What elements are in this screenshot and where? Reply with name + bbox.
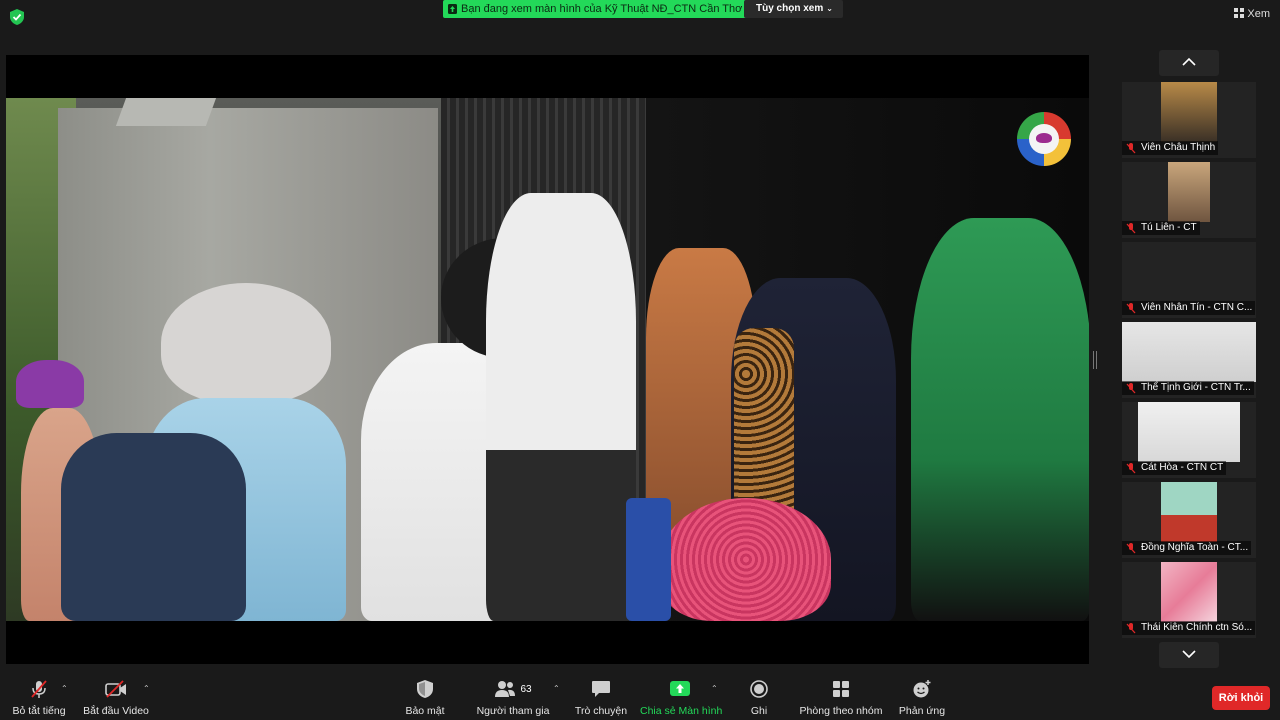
muted-mic-icon — [1126, 303, 1136, 314]
view-options-button[interactable]: Tùy chọn xem ⌄ — [744, 0, 843, 18]
muted-mic-icon — [1126, 623, 1136, 634]
roof-edge — [115, 98, 217, 126]
lotus-icon — [1036, 133, 1052, 143]
participant-name: Tú Liên - CT — [1122, 221, 1200, 235]
participant-name: Thái Kiên Chính ctn Só... — [1122, 621, 1256, 635]
participant-video — [1122, 322, 1256, 382]
scroll-down-button[interactable] — [1159, 642, 1219, 668]
leave-meeting-button[interactable]: Rời khỏi — [1212, 686, 1270, 710]
chat-label: Trò chuyện — [574, 705, 628, 717]
participant-name: Thể Tịnh Giới - CTN Tr... — [1122, 381, 1254, 395]
participant-name: Viên Châu Thịnh — [1122, 141, 1219, 155]
person-purple-hat — [16, 360, 84, 408]
participants-button[interactable]: 63 Người tham gia — [476, 676, 550, 717]
participant-name: Cát Hòa - CTN CT — [1122, 461, 1227, 475]
person-green-shirt — [911, 218, 1089, 621]
chat-icon — [592, 681, 610, 697]
breakout-rooms-label: Phòng theo nhóm — [799, 705, 883, 717]
unmute-label: Bỏ tắt tiếng — [12, 705, 66, 717]
screen-share-icon — [448, 4, 457, 14]
record-button[interactable]: Ghi — [744, 676, 774, 717]
participants-icon — [495, 681, 516, 697]
participant-video — [1138, 402, 1240, 462]
participant-tile[interactable]: Viên Châu Thịnh — [1122, 82, 1256, 158]
participant-video — [1168, 162, 1210, 222]
share-options-caret[interactable]: ⌃ — [711, 684, 718, 693]
chevron-down-icon — [1182, 650, 1196, 659]
participant-tile[interactable]: Thể Tịnh Giới - CTN Tr... — [1122, 322, 1256, 398]
participant-video — [1161, 82, 1217, 142]
breakout-rooms-icon — [833, 681, 849, 697]
muted-mic-icon — [1126, 143, 1136, 154]
participant-tile[interactable]: Đồng Nghĩa Toàn - CT... — [1122, 482, 1256, 558]
meeting-toolbar: Bỏ tắt tiếng ⌃ Bắt đầu Video ⌃ Bảo mật 6… — [0, 670, 1280, 720]
participant-tile[interactable]: Viên Nhân Tín - CTN C... — [1122, 242, 1256, 318]
participant-tile[interactable]: Cát Hòa - CTN CT — [1122, 402, 1256, 478]
security-button[interactable]: Bảo mật — [402, 676, 448, 717]
record-icon — [750, 680, 768, 698]
reactions-label: Phản ứng — [898, 705, 946, 717]
scroll-up-button[interactable] — [1159, 50, 1219, 76]
security-label: Bảo mật — [405, 705, 445, 717]
share-screen-button[interactable]: Chia sẻ Màn hình — [640, 676, 723, 717]
person-white-hat — [161, 283, 331, 403]
start-video-button[interactable]: Bắt đầu Video — [82, 676, 150, 717]
breakout-rooms-button[interactable]: Phòng theo nhóm — [798, 676, 884, 717]
muted-mic-icon — [1126, 223, 1136, 234]
participant-name: Viên Nhân Tín - CTN C... — [1122, 301, 1256, 315]
muted-mic-icon — [1126, 463, 1136, 474]
participant-video — [1161, 562, 1217, 622]
muted-mic-icon — [1126, 543, 1136, 554]
red-hat — [661, 498, 831, 621]
participant-tile[interactable]: Tú Liên - CT — [1122, 162, 1256, 238]
view-button[interactable]: Xem — [1234, 8, 1270, 20]
participant-sidebar: Viên Châu Thịnh Tú Liên - CT Viên Nhân T… — [1122, 48, 1256, 670]
meeting-window: Bạn đang xem màn hình của Kỹ Thuật NĐ_CT… — [0, 0, 1280, 720]
unmute-button[interactable]: Bỏ tắt tiếng — [8, 676, 70, 717]
chat-button[interactable]: Trò chuyện — [572, 676, 630, 717]
video-options-caret[interactable]: ⌃ — [143, 684, 150, 693]
backpack — [61, 433, 246, 621]
start-video-label: Bắt đầu Video — [83, 705, 149, 717]
participants-options-caret[interactable]: ⌃ — [553, 684, 560, 693]
shared-screen[interactable] — [6, 55, 1089, 664]
participant-tile[interactable]: Thái Kiên Chính ctn Só... — [1122, 562, 1256, 638]
top-bar: Bạn đang xem màn hình của Kỹ Thuật NĐ_CT… — [0, 0, 1280, 34]
share-banner-text: Bạn đang xem màn hình của Kỹ Thuật NĐ_CT… — [461, 3, 743, 15]
chevron-down-icon: ⌄ — [826, 4, 833, 13]
participant-video — [1161, 482, 1217, 542]
muted-mic-icon — [31, 680, 47, 698]
sidebar-resize-handle[interactable] — [1093, 351, 1097, 369]
reactions-button[interactable]: Phản ứng — [898, 676, 946, 717]
record-label: Ghi — [750, 705, 768, 717]
participants-label: Người tham gia — [476, 705, 550, 717]
video-off-icon — [105, 680, 126, 698]
view-options-label: Tùy chọn xem — [756, 3, 824, 14]
blue-tarp — [626, 498, 671, 621]
participant-name: Đồng Nghĩa Toàn - CT... — [1122, 541, 1252, 555]
shield-check-icon[interactable] — [10, 9, 24, 25]
grid-icon — [1234, 8, 1245, 18]
chevron-up-icon — [1182, 57, 1196, 66]
person-boy-glasses — [486, 193, 636, 621]
shield-icon — [417, 680, 433, 698]
organization-logo — [1017, 112, 1071, 166]
share-banner: Bạn đang xem màn hình của Kỹ Thuật NĐ_CT… — [443, 0, 753, 18]
share-screen-icon — [670, 681, 690, 696]
muted-mic-icon — [1126, 383, 1136, 394]
audio-options-caret[interactable]: ⌃ — [61, 684, 68, 693]
shared-video-frame — [6, 98, 1089, 621]
share-screen-label: Chia sẻ Màn hình — [640, 705, 723, 717]
reaction-smile-icon — [913, 680, 931, 698]
view-label: Xem — [1247, 8, 1270, 20]
participants-count: 63 — [520, 683, 532, 695]
